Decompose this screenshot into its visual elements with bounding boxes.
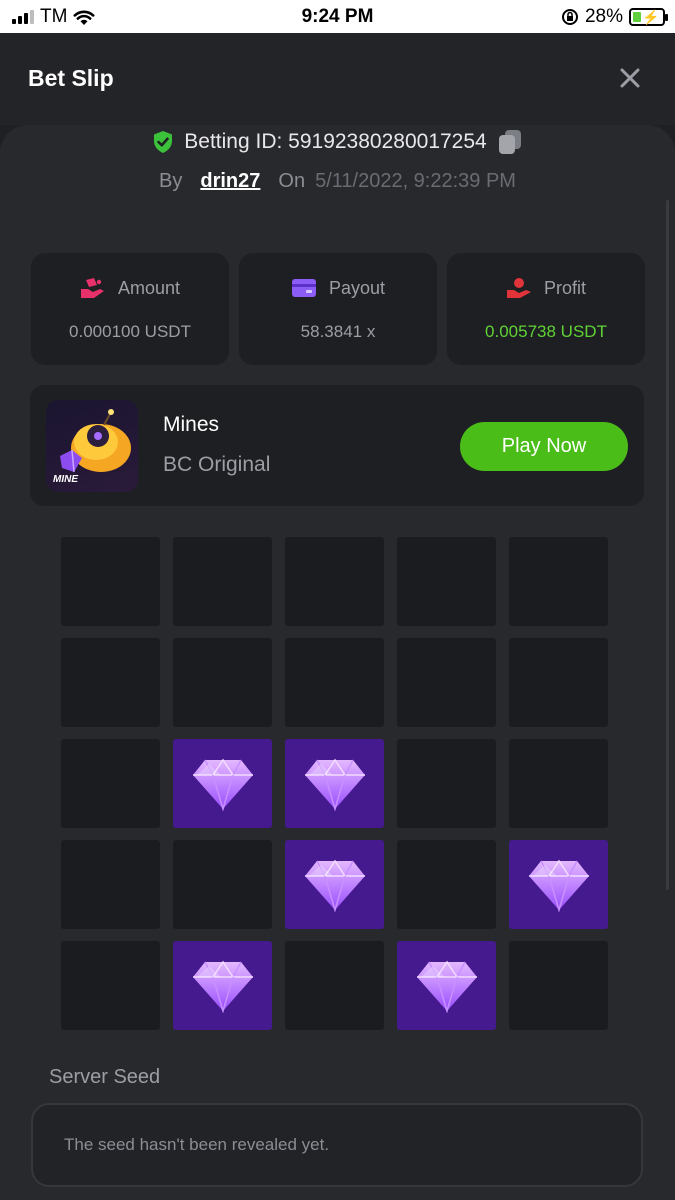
gem-icon <box>192 758 253 811</box>
battery-fill <box>633 12 641 22</box>
payout-value: 58.3841 x <box>300 322 376 341</box>
mine-tile <box>397 840 496 929</box>
server-seed-text: The seed hasn't been revealed yet. <box>64 1135 330 1154</box>
username-link[interactable]: drin27 <box>200 170 260 193</box>
by-label: By <box>159 170 183 192</box>
bet-meta-row: By drin27 On 5/11/2022, 9:22:39 PM <box>0 170 675 193</box>
copy-icon[interactable] <box>497 128 523 156</box>
profit-value: 0.005738 USDT <box>485 322 607 341</box>
gem-icon <box>304 859 365 912</box>
stat-amount: Amount 0.000100 USDT <box>31 253 229 365</box>
mine-tile <box>285 537 384 626</box>
mine-tile <box>509 638 608 727</box>
close-icon <box>620 68 640 88</box>
mine-tile-gem <box>509 840 608 929</box>
profit-label: Profit <box>543 277 586 298</box>
scrollbar[interactable] <box>666 200 669 890</box>
betting-id-row: Betting ID: 59192380280017254 <box>0 128 675 156</box>
mine-tile-gem <box>173 739 272 828</box>
mine-tile <box>173 840 272 929</box>
gem-icon <box>192 960 253 1013</box>
payout-label: Payout <box>328 277 386 298</box>
mine-tile <box>397 638 496 727</box>
gem-icon <box>528 859 589 912</box>
mine-tile <box>61 840 160 929</box>
mines-board <box>61 537 608 1030</box>
server-seed-field[interactable]: The seed hasn't been revealed yet. <box>31 1103 643 1187</box>
bet-date: 5/11/2022, 9:22:39 PM <box>315 170 516 192</box>
amount-value: 0.000100 USDT <box>69 322 191 341</box>
close-button[interactable] <box>615 63 645 93</box>
play-now-button[interactable]: Play Now <box>460 422 628 471</box>
mine-tile-gem <box>285 840 384 929</box>
game-provider: BC Original <box>163 453 271 476</box>
game-name: Mines <box>163 413 220 436</box>
amount-label: Amount <box>117 277 181 298</box>
stat-payout: Payout 58.3841 x <box>239 253 437 365</box>
mines-game-thumbnail[interactable]: MINE <box>46 400 138 492</box>
mine-tile <box>61 941 160 1030</box>
rotation-lock-icon <box>561 9 578 25</box>
status-bar: TM 9:24 PM 28% ⚡ <box>0 0 675 33</box>
thumb-label: MINE <box>53 474 78 485</box>
battery-percent: 28% <box>584 6 623 27</box>
mine-tile <box>61 537 160 626</box>
mine-tile-gem <box>285 739 384 828</box>
battery-icon: ⚡ <box>629 8 668 26</box>
profit-hand-icon <box>506 278 531 298</box>
card-icon <box>291 279 316 297</box>
mine-tile-gem <box>173 941 272 1030</box>
mine-tile <box>509 739 608 828</box>
mine-tile <box>285 941 384 1030</box>
mine-tile <box>173 638 272 727</box>
gem-icon <box>416 960 477 1013</box>
gem-icon <box>304 758 365 811</box>
on-label: On <box>278 170 306 192</box>
mine-tile <box>61 739 160 828</box>
stat-profit: Profit 0.005738 USDT <box>447 253 645 365</box>
server-seed-label: Server Seed <box>49 1066 161 1088</box>
mine-tile <box>61 638 160 727</box>
mine-tile <box>397 537 496 626</box>
mine-tile <box>285 638 384 727</box>
wallet-hand-icon <box>80 278 104 298</box>
mine-tile <box>509 537 608 626</box>
mine-tile <box>397 739 496 828</box>
mine-tile <box>509 941 608 1030</box>
game-card: MINE Mines BC Original Play Now <box>30 385 644 506</box>
betting-id: Betting ID: 59192380280017254 <box>184 130 487 153</box>
shield-check-icon <box>154 131 173 153</box>
status-right: 28% ⚡ <box>561 6 668 28</box>
mine-tile-gem <box>397 941 496 1030</box>
mine-tile <box>173 537 272 626</box>
bet-slip-header: Bet Slip <box>0 33 675 125</box>
page-title: Bet Slip <box>28 65 114 91</box>
